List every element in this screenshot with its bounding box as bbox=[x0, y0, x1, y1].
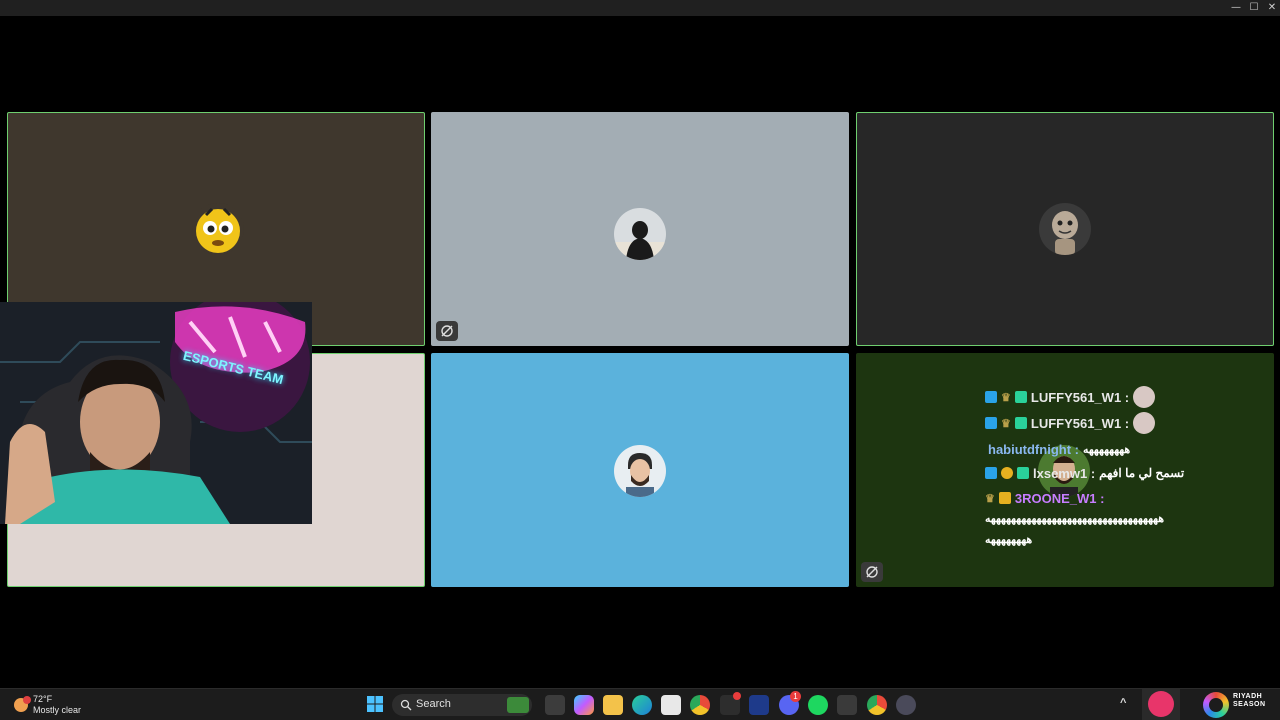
esports-logo-mark-icon bbox=[1148, 691, 1174, 717]
chat-username: habiutdfnight : bbox=[988, 441, 1079, 457]
search-highlight-icon bbox=[507, 697, 529, 713]
taskbar-search[interactable]: Search bbox=[392, 694, 532, 716]
esports-logo-icon[interactable] bbox=[1142, 689, 1180, 720]
participant-tile-3[interactable] bbox=[856, 112, 1274, 346]
emote-icon bbox=[1133, 412, 1156, 434]
chat-username: LUFFY561_W1 : bbox=[1030, 415, 1130, 431]
riyadh-season-line2: SEASON bbox=[1233, 701, 1266, 708]
task-view-icon[interactable] bbox=[545, 695, 565, 715]
search-icon bbox=[400, 699, 412, 711]
file-explorer-icon[interactable] bbox=[603, 695, 623, 715]
riyadh-season-line1: RIYADH bbox=[1233, 693, 1263, 700]
weather-temp: 72°F bbox=[33, 694, 53, 704]
participant-avatar-3 bbox=[1039, 203, 1091, 255]
chat-message: habiutdfnight : ههههههههه bbox=[988, 438, 1130, 460]
participant-tile-5[interactable] bbox=[431, 353, 849, 587]
chat-username: 3ROONE_W1 : bbox=[1014, 490, 1105, 506]
gift-badge-icon bbox=[1001, 467, 1013, 479]
store-icon[interactable] bbox=[661, 695, 681, 715]
chat-message: lxsemw1 : تسمح لي ما افهم bbox=[985, 462, 1184, 484]
weather-moon-icon bbox=[14, 696, 31, 712]
camera-off-icon bbox=[441, 325, 453, 337]
sub-badge-icon bbox=[1014, 391, 1027, 403]
sub-badge-icon bbox=[1017, 467, 1029, 479]
chat-message: ♛ 3ROONE_W1 : bbox=[985, 487, 1104, 509]
windows-logo-icon bbox=[367, 696, 383, 712]
xbox-icon[interactable] bbox=[837, 695, 857, 715]
yellow-emoji-avatar-icon bbox=[196, 207, 240, 253]
game-app-badge-icon bbox=[733, 692, 741, 700]
crown-badge-icon: ♛ bbox=[1001, 417, 1011, 430]
chat-text: ههههههههه bbox=[1082, 443, 1131, 456]
prime-badge-icon bbox=[985, 417, 997, 429]
chrome-icon[interactable] bbox=[690, 695, 710, 715]
hooded-figure-avatar-icon bbox=[614, 208, 666, 260]
app-icon[interactable] bbox=[896, 695, 916, 715]
desktop: — ☐ ✕ ♛ LUFFY561_W1: ♛ LUFFY561_W1: ha… bbox=[0, 0, 1280, 720]
camera-off-icon bbox=[866, 566, 878, 578]
discord-icon[interactable]: 1 bbox=[779, 691, 801, 715]
webcam-feed bbox=[0, 302, 312, 524]
chat-username: lxsemw1 : bbox=[1033, 465, 1096, 481]
app-icon[interactable] bbox=[749, 695, 769, 715]
weather-widget[interactable]: 72°F Mostly clear bbox=[10, 689, 90, 720]
system-tray-overflow-button[interactable]: ^ bbox=[1120, 697, 1126, 709]
participant-avatar-2 bbox=[614, 208, 666, 260]
discord-badge: 1 bbox=[790, 691, 801, 702]
riyadh-season-logo-icon bbox=[1203, 692, 1229, 718]
taskbar: 72°F Mostly clear Search 1 ^ RIYADH SEAS… bbox=[0, 688, 1280, 720]
close-button[interactable]: ✕ bbox=[1262, 1, 1280, 15]
participant-avatar-5 bbox=[614, 445, 666, 497]
participant-avatar-1 bbox=[192, 203, 244, 255]
vip-badge-icon bbox=[998, 492, 1011, 504]
window-titlebar: — ☐ ✕ bbox=[0, 0, 1280, 16]
edge-icon[interactable] bbox=[632, 695, 652, 715]
chat-message: ♛ LUFFY561_W1 : bbox=[985, 386, 1156, 408]
streamer-webcam: ESPORTS TEAM bbox=[0, 302, 312, 524]
maximize-button[interactable]: ☐ bbox=[1244, 1, 1264, 15]
emote-icon bbox=[1133, 386, 1156, 408]
chrome-profile-icon[interactable] bbox=[867, 695, 887, 715]
camera-off-indicator bbox=[861, 562, 883, 582]
chat-text: ههههههههههههههههههههههههههههههههههه bbox=[985, 513, 1165, 525]
crown-badge-icon: ♛ bbox=[1001, 391, 1011, 404]
game-app-icon[interactable] bbox=[720, 692, 741, 715]
prime-badge-icon bbox=[985, 467, 997, 479]
prime-badge-icon bbox=[985, 391, 997, 403]
chat-message: ♛ LUFFY561_W1 : bbox=[985, 412, 1156, 434]
search-label: Search bbox=[416, 698, 451, 710]
riyadh-season-text: RIYADH SEASON bbox=[1233, 693, 1266, 709]
minimize-button[interactable]: — bbox=[1226, 1, 1246, 15]
camera-off-indicator bbox=[436, 321, 458, 341]
chat-text: ههههههههه bbox=[985, 534, 1033, 546]
start-button[interactable] bbox=[366, 695, 386, 715]
weather-desc: Mostly clear bbox=[33, 705, 82, 715]
sub-badge-icon bbox=[1014, 417, 1027, 429]
sackboy-avatar-icon bbox=[1039, 203, 1091, 255]
crown-badge-icon: ♛ bbox=[985, 492, 995, 505]
chat-text: تسمح لي ما افهم bbox=[1099, 466, 1185, 480]
chat-username: LUFFY561_W1 : bbox=[1030, 389, 1130, 405]
spotify-icon[interactable] bbox=[808, 695, 828, 715]
copilot-icon[interactable] bbox=[574, 695, 594, 715]
participant-tile-2[interactable] bbox=[431, 112, 849, 346]
cartoon-man-avatar-icon bbox=[614, 445, 666, 497]
